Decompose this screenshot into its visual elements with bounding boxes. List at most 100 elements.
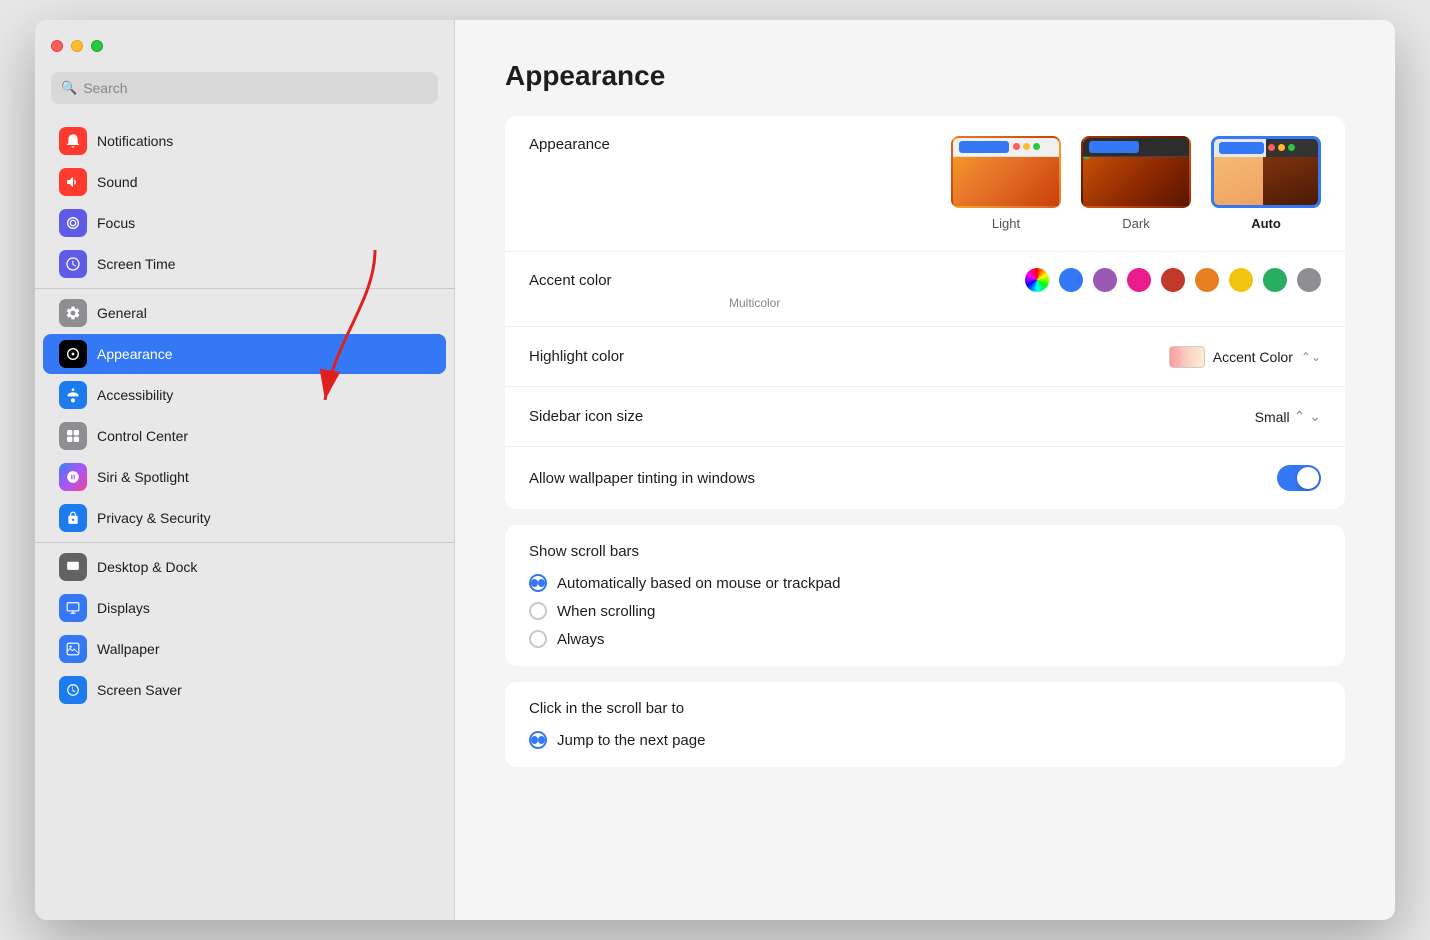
sidebar-icon-size-label: Sidebar icon size [529, 408, 729, 425]
main-window: 🔍 Search Notifications Sound [35, 20, 1395, 920]
sidebar-item-controlcenter[interactable]: Control Center [43, 416, 446, 456]
accent-multicolor-col [1025, 268, 1049, 292]
sidebar-icon-size-select[interactable]: Small ⌃ ⌄ [1255, 408, 1321, 425]
search-icon: 🔍 [61, 80, 77, 96]
accent-color-header: Accent color [529, 268, 1321, 292]
auto-dot-g [1288, 144, 1295, 151]
controlcenter-icon [59, 422, 87, 450]
appearance-icon [59, 340, 87, 368]
accent-multicolor[interactable] [1025, 268, 1049, 292]
scroll-scrolling-radio[interactable] [529, 602, 547, 620]
sidebar-item-notifications[interactable]: Notifications [43, 121, 446, 161]
appearance-option-dark[interactable]: Dark [1081, 136, 1191, 231]
sidebar-icon-size-value: Small [1255, 409, 1290, 425]
highlight-color-control[interactable]: Accent Color ⌃⌄ [1169, 346, 1321, 368]
sidebar-item-focus[interactable]: Focus [43, 203, 446, 243]
click-scroll-title: Click in the scroll bar to [529, 700, 1321, 717]
appearance-thumb-dark [1081, 136, 1191, 208]
accent-green[interactable] [1263, 268, 1287, 292]
close-button[interactable] [51, 40, 63, 52]
appearance-label-auto: Auto [1251, 216, 1281, 231]
accent-red[interactable] [1161, 268, 1185, 292]
sidebar-item-desktopdock[interactable]: Desktop & Dock [43, 547, 446, 587]
click-scroll-card: Click in the scroll bar to Jump to the n… [505, 682, 1345, 767]
sidebar-item-general[interactable]: General [43, 293, 446, 333]
sidebar-item-displays-label: Displays [97, 600, 150, 616]
appearance-label-light: Light [992, 216, 1020, 231]
dot-yellow [1023, 143, 1030, 150]
scroll-always-radio[interactable] [529, 630, 547, 648]
accent-color-swatches [1025, 268, 1321, 292]
sidebar-item-general-label: General [97, 305, 147, 321]
appearance-option-auto[interactable]: Auto [1211, 136, 1321, 231]
sidebar-item-privacy[interactable]: Privacy & Security [43, 498, 446, 538]
sidebar-item-screentime[interactable]: Screen Time [43, 244, 446, 284]
sidebar-item-displays[interactable]: Displays [43, 588, 446, 628]
click-next-radio[interactable] [529, 731, 547, 749]
appearance-options: Light Dar [951, 136, 1321, 231]
notifications-icon [59, 127, 87, 155]
accent-yellow[interactable] [1229, 268, 1253, 292]
sidebar-divider-2 [35, 542, 454, 543]
thumb-light-dots [1013, 143, 1040, 150]
accent-pink[interactable] [1127, 268, 1151, 292]
scroll-always-option[interactable]: Always [529, 630, 1321, 648]
sidebar-icon-size-control[interactable]: Small ⌃ ⌄ [1255, 408, 1321, 425]
appearance-row: Appearance [505, 116, 1345, 252]
appearance-option-light[interactable]: Light [951, 136, 1061, 231]
scroll-auto-radio[interactable] [529, 574, 547, 592]
siri-icon [59, 463, 87, 491]
sidebar-item-accessibility[interactable]: Accessibility [43, 375, 446, 415]
sidebar-item-sound[interactable]: Sound [43, 162, 446, 202]
click-next-label: Jump to the next page [557, 732, 705, 749]
sidebar: 🔍 Search Notifications Sound [35, 20, 455, 920]
sidebar-item-wallpaper[interactable]: Wallpaper [43, 629, 446, 669]
scroll-scrolling-label: When scrolling [557, 603, 655, 620]
scroll-scrolling-option[interactable]: When scrolling [529, 602, 1321, 620]
multicolor-label-row: Multicolor [729, 296, 1345, 310]
scroll-bars-card: Show scroll bars Automatically based on … [505, 525, 1345, 666]
accent-blue[interactable] [1059, 268, 1083, 292]
appearance-label-dark: Dark [1122, 216, 1149, 231]
highlight-picker[interactable]: Accent Color ⌃⌄ [1169, 346, 1321, 368]
thumb-light-bar [959, 141, 1009, 153]
privacy-icon [59, 504, 87, 532]
titlebar [35, 20, 454, 72]
click-next-dot [531, 736, 538, 744]
highlight-color-row: Highlight color Accent Color ⌃⌄ [505, 327, 1345, 387]
auto-dot-r [1268, 144, 1275, 151]
search-bar[interactable]: 🔍 Search [51, 72, 438, 104]
sidebar-item-accessibility-label: Accessibility [97, 387, 173, 403]
wallpaper-tinting-toggle[interactable] [1277, 465, 1321, 491]
sidebar-item-sound-label: Sound [97, 174, 137, 190]
search-input[interactable]: Search [83, 80, 127, 96]
accent-graphite[interactable] [1297, 268, 1321, 292]
sidebar-item-siri[interactable]: Siri & Spotlight [43, 457, 446, 497]
sound-icon [59, 168, 87, 196]
maximize-button[interactable] [91, 40, 103, 52]
scroll-auto-option[interactable]: Automatically based on mouse or trackpad [529, 574, 1321, 592]
sidebar-item-siri-label: Siri & Spotlight [97, 469, 189, 485]
accent-color-group [1025, 268, 1321, 292]
appearance-thumb-light [951, 136, 1061, 208]
accent-color-label: Accent color [529, 272, 729, 289]
accent-purple[interactable] [1093, 268, 1117, 292]
sidebar-item-screensaver[interactable]: Screen Saver [43, 670, 446, 710]
screensaver-icon [59, 676, 87, 704]
main-content: Appearance Appearance [455, 20, 1395, 920]
wallpaper-tinting-row: Allow wallpaper tinting in windows [505, 447, 1345, 509]
minimize-button[interactable] [71, 40, 83, 52]
sidebar-divider-1 [35, 288, 454, 289]
accent-orange[interactable] [1195, 268, 1219, 292]
highlight-swatch [1169, 346, 1205, 368]
show-scroll-bars-group: Automatically based on mouse or trackpad… [529, 574, 1321, 648]
size-chevron-icon: ⌃ ⌄ [1294, 408, 1321, 425]
accent-color-row: Accent color [505, 252, 1345, 327]
desktopdock-icon [59, 553, 87, 581]
accessibility-icon [59, 381, 87, 409]
click-next-page-option[interactable]: Jump to the next page [529, 731, 1321, 749]
wallpaper-tinting-label: Allow wallpaper tinting in windows [529, 470, 755, 487]
sidebar-item-appearance[interactable]: Appearance [43, 334, 446, 374]
wallpaper-tinting-control [1277, 465, 1321, 491]
appearance-thumb-auto [1211, 136, 1321, 208]
